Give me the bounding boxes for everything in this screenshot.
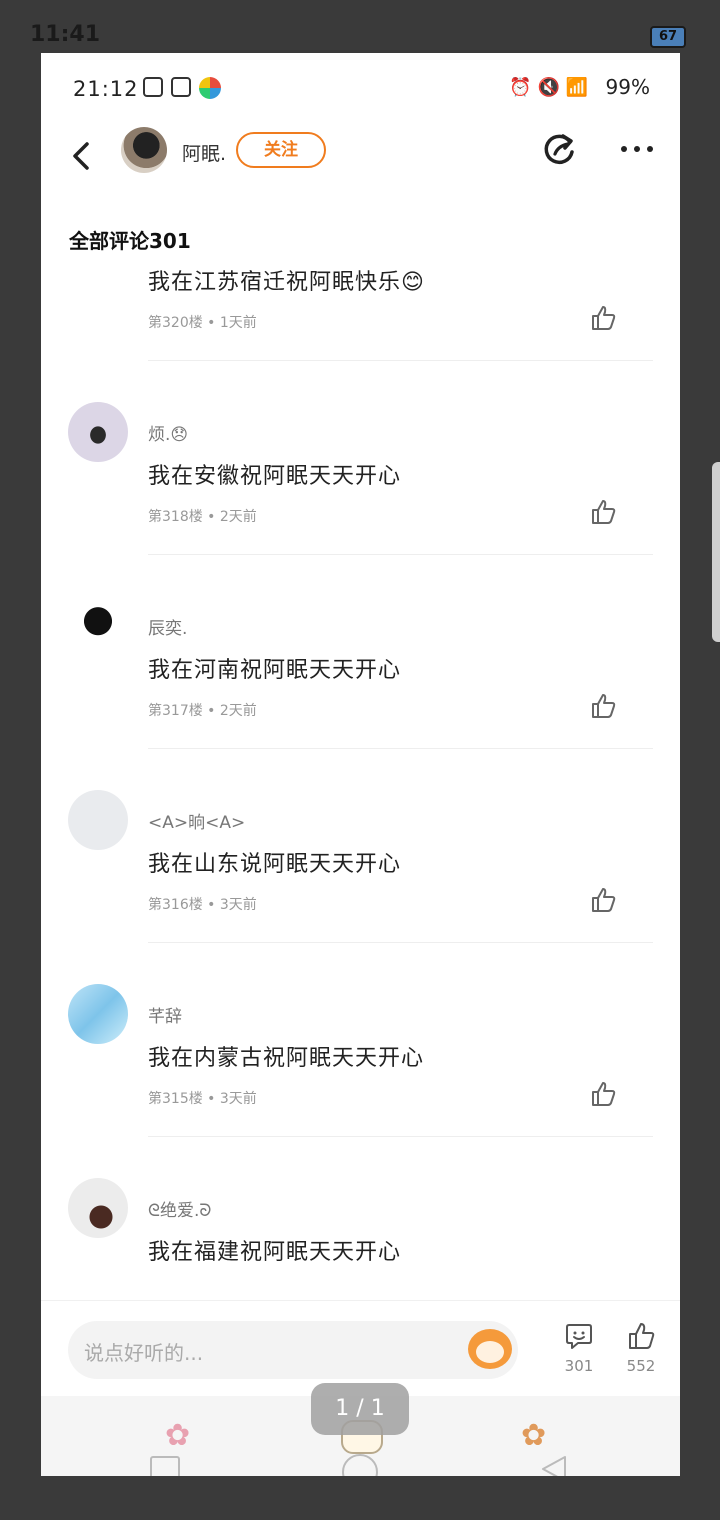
dot-icon [634,146,640,152]
comment-text: 我在内蒙古祝阿眠天天开心 [148,1046,425,1071]
outer-status-bar: 11:41 67 [0,0,720,60]
comment-text: 我在江苏宿迁祝阿眠快乐😊 [148,270,425,295]
comment-meta: 第320楼 • 1天前 [148,315,257,331]
comment-meta: 第316楼 • 3天前 [148,897,257,913]
comment-count-button[interactable]: 301 [561,1321,597,1381]
comment-item: <A>晌<A> 我在山东说阿眠天天开心 第316楼 • 3天前 [41,790,680,984]
dot-icon [647,146,653,152]
author-name[interactable]: 阿眠. [182,139,226,166]
thumbs-up-icon [592,306,616,330]
mascot-face [476,1341,504,1363]
comment-like-button[interactable] [589,304,617,332]
comment-divider [148,1136,653,1137]
chevron-left-icon [73,142,89,170]
thumbs-up-icon [629,1323,655,1349]
commenter-name[interactable]: 芊辞 [148,1002,182,1027]
recent-apps-button[interactable] [150,1456,180,1476]
commenter-avatar[interactable] [68,984,128,1044]
back-button[interactable] [67,136,97,176]
comment-meta: 第318楼 • 2天前 [148,509,257,525]
status-battery: 99% [605,75,650,99]
comment-list[interactable]: 我在江苏宿迁祝阿眠快乐😊 第320楼 • 1天前 烦.😞 我在安徽祝阿眠天天开心… [41,268,680,1300]
comment-count: 301 [564,1357,594,1375]
comment-meta: 第315楼 • 3天前 [148,1091,257,1107]
like-count: 552 [626,1357,656,1375]
thumbs-up-icon [592,500,616,524]
mascot-emoji-icon[interactable] [468,1329,512,1369]
like-count-button[interactable]: 552 [619,1321,663,1381]
comment-input[interactable]: 说点好听的... [68,1321,518,1379]
outer-battery-icon: 67 [650,26,686,48]
screenshot-frame: 21:12 ⏰ 🔇 📶 99% 阿眠. 关注 全部评论301 我在江苏宿迁祝阿眠… [41,53,680,1476]
share-button[interactable] [541,130,579,168]
status-time: 21:12 [73,77,139,101]
pinwheel-icon [199,77,221,99]
commenter-avatar[interactable] [68,596,128,656]
comment-divider [148,942,653,943]
thumbs-up-icon [592,1082,616,1106]
comment-divider [148,554,653,555]
status-bar: 21:12 ⏰ 🔇 📶 99% [41,53,680,125]
comment-text: 我在安徽祝阿眠天天开心 [148,464,402,489]
post-header: 阿眠. 关注 [41,125,680,225]
comments-section-title: 全部评论301 [69,229,191,253]
commenter-avatar[interactable] [68,402,128,462]
comment-like-button[interactable] [589,498,617,526]
page-indicator: 1 / 1 [311,1383,409,1435]
gallery-icon [143,77,163,97]
commenter-name[interactable]: ᘓ绝爱.ᘐ [148,1196,211,1221]
comment-bubble-icon [566,1324,592,1349]
comment-text: 我在山东说阿眠天天开心 [148,852,402,877]
comment-text: 我在福建祝阿眠天天开心 [148,1240,402,1265]
camera-icon [171,77,191,97]
comment-item: 烦.😞 我在安徽祝阿眠天天开心 第318楼 • 2天前 [41,402,680,596]
author-avatar[interactable] [121,127,167,173]
comment-item: 芊辞 我在内蒙古祝阿眠天天开心 第315楼 • 3天前 [41,984,680,1178]
home-button[interactable] [342,1454,378,1476]
flower-icon: ✿ [165,1418,191,1453]
status-notification-icons [143,77,221,99]
triangle-back-icon [542,1456,566,1476]
commenter-avatar[interactable] [68,1178,128,1238]
comment-divider [148,748,653,749]
comment-text: 我在河南祝阿眠天天开心 [148,658,402,683]
thumbs-up-icon [592,694,616,718]
outer-scrollbar[interactable] [712,462,720,642]
follow-button[interactable]: 关注 [236,132,326,168]
comment-like-button[interactable] [589,692,617,720]
flower-icon: ✿ [521,1418,547,1453]
nav-back-button[interactable] [539,1454,569,1476]
comment-meta: 第317楼 • 2天前 [148,703,257,719]
dot-icon [621,146,627,152]
more-options-button[interactable] [621,137,661,161]
outer-time: 11:41 [30,22,101,47]
thumbs-up-icon [592,888,616,912]
commenter-name[interactable]: <A>晌<A> [148,808,245,833]
commenter-name[interactable]: 辰奕. [148,614,187,639]
comment-divider [148,360,653,361]
comment-like-button[interactable] [589,1080,617,1108]
comment-item: ᘓ绝爱.ᘐ 我在福建祝阿眠天天开心 [41,1178,680,1300]
comment-like-button[interactable] [589,886,617,914]
comment-input-placeholder: 说点好听的... [84,1341,204,1365]
commenter-avatar[interactable] [68,790,128,850]
commenter-name[interactable]: 烦.😞 [148,420,188,445]
comment-item: 辰奕. 我在河南祝阿眠天天开心 第317楼 • 2天前 [41,596,680,790]
status-system-icons: ⏰ 🔇 📶 [509,77,588,98]
share-icon [544,134,574,165]
comment-item: 我在江苏宿迁祝阿眠快乐😊 第320楼 • 1天前 [41,268,680,402]
